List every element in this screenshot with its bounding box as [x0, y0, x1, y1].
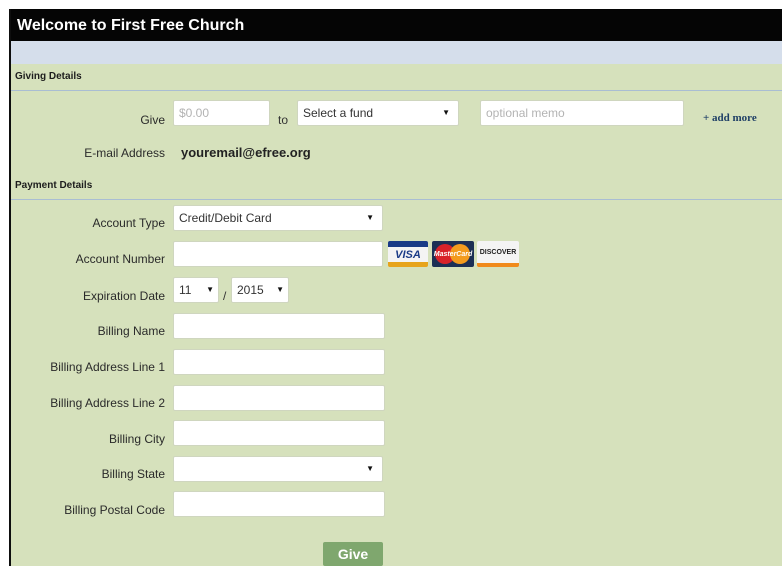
visa-card-icon: VISA — [388, 241, 428, 267]
mastercard-label: MasterCard — [433, 250, 473, 258]
fund-select-value: Select a fund — [303, 106, 374, 120]
give-label: Give — [140, 113, 165, 127]
giving-details-header: Giving Details — [11, 64, 782, 91]
caret-down-icon: ▼ — [366, 213, 374, 222]
billing-postal-input[interactable] — [173, 491, 385, 517]
discover-card-icon: DISCOVER — [477, 241, 519, 267]
billing-address2-input[interactable] — [173, 385, 385, 411]
billing-state-select[interactable]: ▼ — [173, 456, 383, 482]
exp-year-value: 2015 — [237, 283, 264, 297]
billing-address1-label: Billing Address Line 1 — [50, 360, 165, 374]
expiration-label: Expiration Date — [82, 289, 165, 303]
page-title: Welcome to First Free Church — [11, 9, 782, 41]
caret-down-icon: ▼ — [442, 108, 450, 117]
exp-month-value: 11 — [179, 283, 192, 297]
account-number-label: Account Number — [75, 252, 165, 266]
caret-down-icon: ▼ — [206, 285, 214, 294]
exp-month-select[interactable]: 11 ▼ — [173, 277, 219, 303]
account-type-select[interactable]: Credit/Debit Card ▼ — [173, 205, 383, 231]
billing-address1-input[interactable] — [173, 349, 385, 375]
email-value: youremail@efree.org — [181, 145, 311, 160]
memo-input[interactable]: optional memo — [480, 100, 684, 126]
account-type-value: Credit/Debit Card — [179, 211, 272, 225]
payment-details-header: Payment Details — [11, 173, 782, 200]
account-number-input[interactable] — [173, 241, 383, 267]
billing-state-label: Billing State — [101, 467, 165, 481]
add-more-link[interactable]: + add more — [703, 112, 757, 124]
email-label: E-mail Address — [84, 146, 165, 160]
billing-city-input[interactable] — [173, 420, 385, 446]
giving-form-window: Welcome to First Free Church Giving Deta… — [9, 9, 782, 566]
exp-separator: / — [223, 289, 227, 303]
amount-input[interactable]: $0.00 — [173, 100, 270, 126]
billing-address2-label: Billing Address Line 2 — [50, 396, 165, 410]
billing-city-label: Billing City — [108, 432, 165, 446]
account-type-label: Account Type — [92, 216, 166, 230]
billing-name-input[interactable] — [173, 313, 385, 339]
give-button[interactable]: Give — [323, 542, 383, 566]
mastercard-card-icon: MasterCard — [432, 241, 474, 267]
caret-down-icon: ▼ — [276, 285, 284, 294]
billing-name-label: Billing Name — [97, 324, 165, 338]
exp-year-select[interactable]: 2015 ▼ — [231, 277, 289, 303]
title-divider — [11, 41, 782, 64]
billing-postal-label: Billing Postal Code — [64, 503, 165, 517]
caret-down-icon: ▼ — [366, 464, 374, 473]
to-label: to — [278, 113, 289, 127]
fund-select[interactable]: Select a fund ▼ — [297, 100, 459, 126]
